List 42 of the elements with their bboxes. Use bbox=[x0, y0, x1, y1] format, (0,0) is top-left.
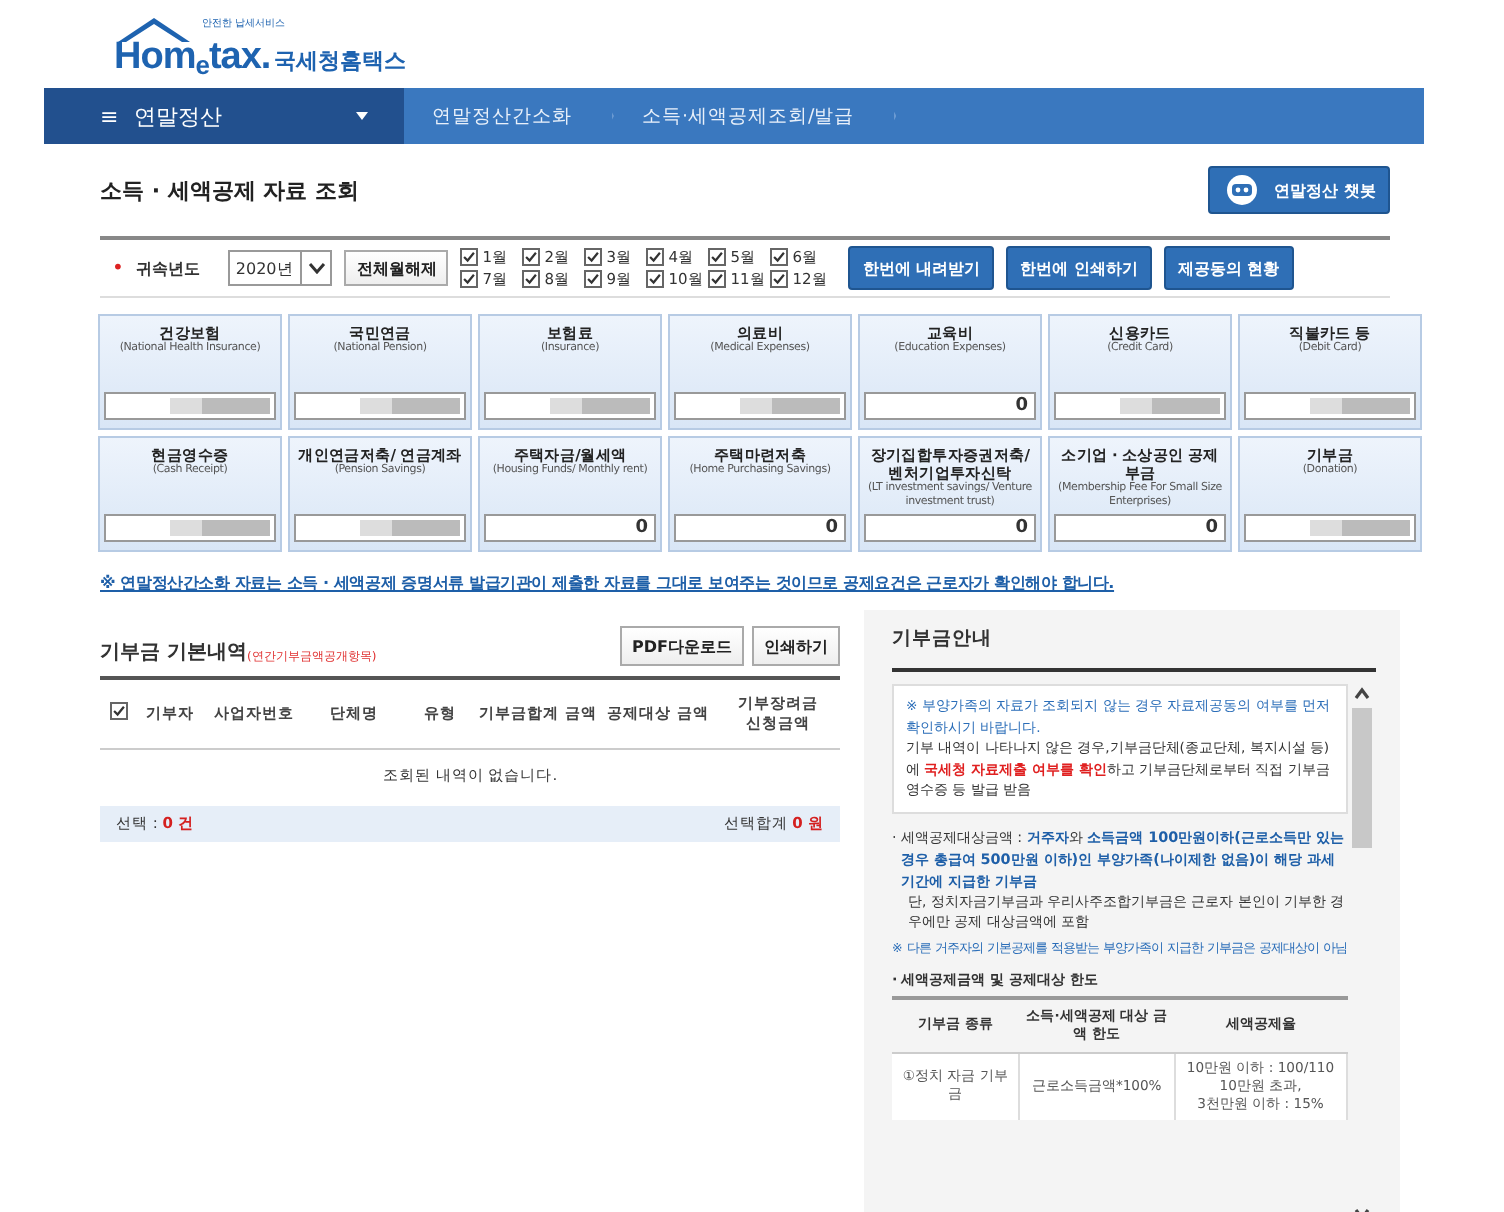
checkbox[interactable] bbox=[460, 248, 479, 266]
value-field: 0 bbox=[674, 514, 846, 542]
breadcrumb-link[interactable]: 소득·세액공제조회/발급 bbox=[614, 88, 897, 144]
checkbox[interactable] bbox=[584, 270, 603, 288]
required-mark: • bbox=[112, 257, 124, 279]
breadcrumb-link[interactable]: 연말정산간소화 bbox=[404, 88, 614, 144]
panel-title: 기부금안내 bbox=[892, 626, 1376, 672]
value-field: 0 bbox=[484, 514, 656, 542]
logo-korean-text: 국세청홈택스 bbox=[274, 46, 407, 76]
checkbox[interactable] bbox=[109, 702, 127, 720]
value-field: 0 bbox=[864, 514, 1036, 542]
section-title: 기부금 기본내역 bbox=[100, 640, 247, 666]
robot-icon bbox=[1222, 174, 1263, 206]
page-title: 소득 · 세액공제 자료 조회 bbox=[100, 175, 359, 205]
value-field: 0 bbox=[864, 392, 1036, 420]
checkbox[interactable] bbox=[460, 270, 479, 288]
notice-link[interactable]: ※ 연말정산간소화 자료는 소득 · 세액공제 증명서류 발급기관이 제출한 자료를 그대로 보여주는 것이므로 공제요건은 근로자가 확인해야 합니다. bbox=[100, 572, 1504, 594]
toolbar-button[interactable]: 인쇄하기 bbox=[752, 626, 840, 666]
checkbox[interactable] bbox=[584, 248, 603, 266]
value-field: 0 bbox=[1054, 514, 1226, 542]
checkbox[interactable] bbox=[522, 270, 541, 288]
checkbox[interactable] bbox=[522, 248, 541, 266]
house-icon bbox=[114, 16, 194, 44]
checkbox[interactable] bbox=[708, 270, 727, 288]
caret-icon[interactable] bbox=[356, 112, 368, 120]
chatbot-button[interactable]: 연말정산 챗봇 bbox=[1208, 166, 1390, 214]
caret-icon bbox=[307, 262, 326, 274]
toolbar-button[interactable]: PDF다운로드 bbox=[620, 626, 744, 666]
checkbox[interactable] bbox=[646, 248, 665, 266]
checkbox[interactable] bbox=[646, 270, 665, 288]
action-button[interactable]: 한번에 인쇄하기 bbox=[1006, 246, 1152, 290]
year-select[interactable]: 2020년 bbox=[227, 250, 333, 286]
action-button[interactable]: 한번에 내려받기 bbox=[848, 246, 995, 290]
scroll-up-icon[interactable] bbox=[1352, 684, 1372, 704]
year-label: 귀속년도 bbox=[135, 257, 200, 279]
checkbox[interactable] bbox=[708, 248, 727, 266]
checkbox[interactable] bbox=[770, 270, 789, 288]
toggle-months-button[interactable]: 전체월해제 bbox=[344, 250, 449, 286]
action-button[interactable]: 제공동의 현황 bbox=[1163, 246, 1294, 290]
menu-dropdown[interactable]: ≡ 연말정산 bbox=[44, 88, 404, 144]
scrollbar-thumb[interactable] bbox=[1352, 708, 1372, 848]
checkbox[interactable] bbox=[770, 248, 789, 266]
